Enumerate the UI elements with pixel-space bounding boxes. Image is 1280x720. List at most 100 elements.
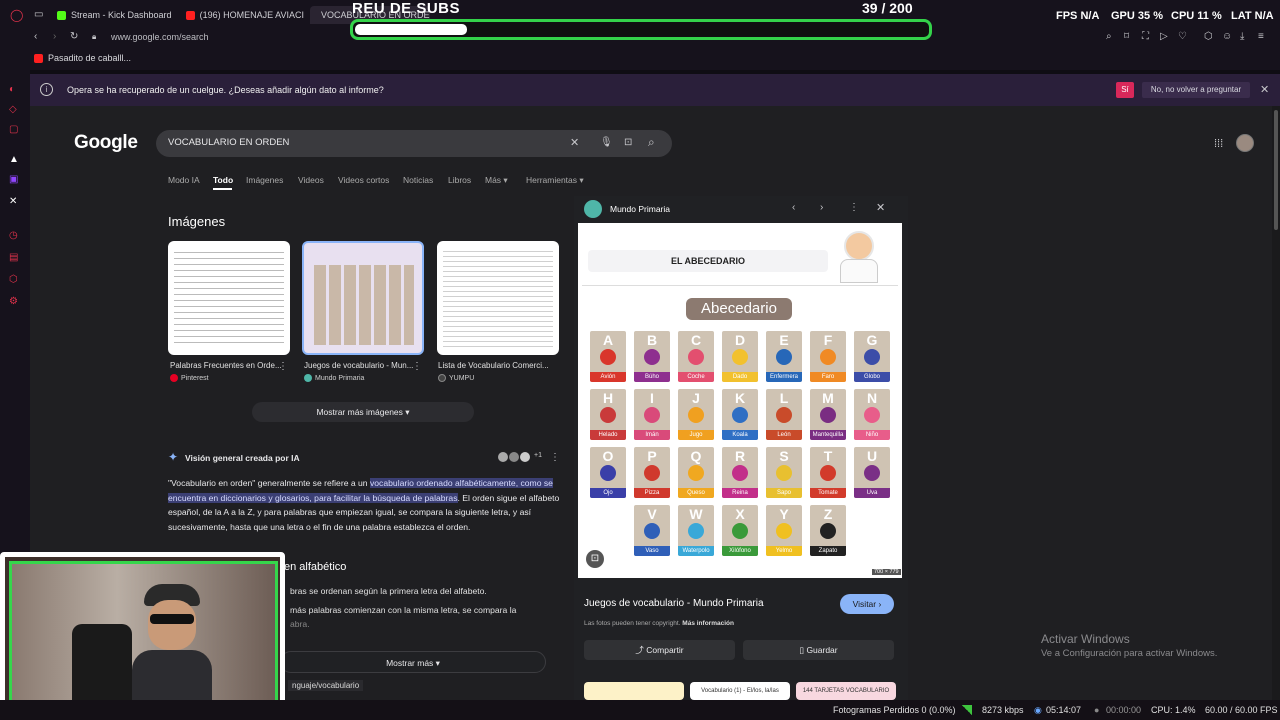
image-caption[interactable]: Lista de Vocabulario Comerci... xyxy=(438,361,558,370)
active-tab-indicator xyxy=(213,188,232,190)
ai-subheading: en alfabético xyxy=(284,561,347,573)
image-result[interactable] xyxy=(168,241,290,355)
close-icon[interactable]: ✕ xyxy=(876,202,885,214)
related-image[interactable]: 144 TARJETAS VOCABULARIO xyxy=(796,682,896,700)
sub-goal-count: 39 / 200 xyxy=(862,0,913,16)
aria-icon[interactable]: ◐ xyxy=(9,84,15,96)
zoom-icon[interactable]: ⌕ xyxy=(1106,31,1112,43)
letter-word: Waterpolo xyxy=(678,546,714,556)
settings-icon[interactable]: ⚙ xyxy=(9,296,18,308)
more-options-icon[interactable]: ⋮ xyxy=(278,361,288,373)
letter-card: Y Yelmo xyxy=(766,505,802,556)
more-options-icon[interactable]: ⋮ xyxy=(550,452,560,464)
mic-icon[interactable]: 🎙︎ xyxy=(600,137,613,149)
panel-title[interactable]: Juegos de vocabulario - Mundo Primaria xyxy=(584,598,764,609)
search-icon[interactable]: ⌕ xyxy=(648,136,655,148)
letter: N xyxy=(866,390,878,406)
next-icon[interactable]: › xyxy=(820,202,823,214)
image-result[interactable] xyxy=(302,241,424,355)
source-link[interactable]: nguaje/vocabulario xyxy=(288,680,364,691)
tab-youtube[interactable]: (196) HOMENAJE AVIACI xyxy=(186,6,304,24)
letter-card: N Niño xyxy=(854,389,890,440)
player-icon[interactable]: ▷ xyxy=(1160,31,1168,43)
bitrate: 8273 kbps xyxy=(982,705,1024,715)
extensions-icon[interactable]: ⬡ xyxy=(1204,31,1213,43)
more-options-icon[interactable]: ⋮ xyxy=(849,202,859,214)
apps-grid-icon[interactable]: ⁞⁞⁞ xyxy=(1214,138,1223,150)
snapshot-icon[interactable]: ⛶ xyxy=(1142,31,1149,43)
tab-videos[interactable]: Videos xyxy=(298,175,324,185)
image-caption[interactable]: Juegos de vocabulario - Mun... xyxy=(304,361,424,370)
tab-herramientas[interactable]: Herramientas ▾ xyxy=(526,175,584,186)
back-icon[interactable]: ‹ xyxy=(34,31,37,43)
twitch-icon[interactable]: ▣ xyxy=(9,174,18,186)
tab-libros[interactable]: Libros xyxy=(448,175,471,185)
tab-modo-ia[interactable]: Modo IA xyxy=(168,175,200,185)
clear-icon[interactable]: ✕ xyxy=(570,137,579,149)
bookmark-icon[interactable]: ⌑ xyxy=(1124,31,1129,43)
never-ask-button[interactable]: No, no volver a preguntar xyxy=(1142,82,1250,98)
tab-kick[interactable]: Stream - Kick Dashboard xyxy=(57,6,177,24)
source-avatars[interactable]: +1 xyxy=(498,452,542,462)
visit-button[interactable]: Visitar › xyxy=(840,594,894,614)
webcam-overlay xyxy=(0,552,285,717)
more-info-link[interactable]: Más información xyxy=(682,620,734,627)
tab-noticias[interactable]: Noticias xyxy=(403,175,433,185)
wallet-icon[interactable]: ♡ xyxy=(1178,31,1187,43)
download-icon[interactable]: ⤓ xyxy=(1240,31,1244,43)
tab-videos-cortos[interactable]: Videos cortos xyxy=(338,175,389,185)
ai-overview-title: Visión general creada por IA xyxy=(185,453,300,463)
show-more-button[interactable]: Mostrar más ▾ xyxy=(280,651,546,673)
profile-icon[interactable]: ☺ xyxy=(1222,31,1232,43)
hud-fps: FPS N/A xyxy=(1056,10,1100,22)
related-image[interactable] xyxy=(584,682,684,700)
yes-button[interactable]: Sí xyxy=(1116,82,1134,98)
pinboard-icon[interactable]: ▤ xyxy=(9,252,18,264)
share-button[interactable]: ⤴ Compartir xyxy=(584,640,735,660)
save-button[interactable]: ▯ Guardar xyxy=(743,640,894,660)
google-logo[interactable]: Google xyxy=(74,132,138,154)
more-options-icon[interactable]: ⋮ xyxy=(412,361,422,373)
panel-source-name[interactable]: Mundo Primaria xyxy=(610,204,670,214)
prev-icon[interactable]: ‹ xyxy=(792,202,795,214)
messenger-icon[interactable]: ◇ xyxy=(9,104,17,116)
image-result[interactable] xyxy=(437,241,559,355)
page-scrollbar[interactable] xyxy=(1272,106,1280,700)
related-image[interactable]: Vocabulario (1) - El/los, la/las xyxy=(690,682,790,700)
url-field[interactable]: www.google.com/search xyxy=(111,32,209,42)
reload-icon[interactable]: ↻ xyxy=(70,31,78,43)
letter-word: Reina xyxy=(722,488,758,498)
forward-icon[interactable]: › xyxy=(53,31,56,43)
avatar[interactable] xyxy=(1236,134,1254,152)
bookmark-icon: ▯ xyxy=(799,645,805,655)
abecedario-image[interactable]: EL ABECEDARIO Abecedario A Avión B Búho C Coc… xyxy=(578,223,902,578)
search-input[interactable]: VOCABULARIO EN ORDEN ✕ 🎙︎ ⊡ ⌕ xyxy=(156,130,672,157)
tab-todo[interactable]: Todo xyxy=(213,175,233,185)
x-twitter-icon[interactable]: ✕ xyxy=(9,196,17,208)
tab-mas[interactable]: Más ▾ xyxy=(485,175,508,186)
scrollbar-thumb[interactable] xyxy=(1274,110,1278,230)
letter: B xyxy=(646,332,658,348)
images-heading: Imágenes xyxy=(168,214,226,229)
image-caption[interactable]: Palabras Frecuentes en Orde... xyxy=(170,361,290,370)
letter-picture xyxy=(644,349,660,365)
lens-search-icon[interactable]: ⊡ xyxy=(586,550,604,568)
close-icon[interactable]: ✕ xyxy=(1260,84,1269,96)
tab-overview-icon[interactable]: ▭ xyxy=(34,9,43,21)
aria-ai-icon[interactable]: ▲ xyxy=(9,154,19,166)
bookmark-item[interactable]: Pasadito de caballl... xyxy=(34,53,131,63)
tab-imagenes[interactable]: Imágenes xyxy=(246,175,283,185)
lens-icon[interactable]: ⊡ xyxy=(624,137,632,149)
opera-logo-icon[interactable]: ◯ xyxy=(10,9,23,21)
history-icon[interactable]: ◷ xyxy=(9,230,18,242)
instagram-icon[interactable]: ▢ xyxy=(9,124,18,136)
menu-icon[interactable]: ≡ xyxy=(1258,31,1264,43)
letter-picture xyxy=(776,465,792,481)
letter: V xyxy=(647,506,657,522)
letter-word: Búho xyxy=(634,372,670,382)
show-more-images-button[interactable]: Mostrar más imágenes ▾ xyxy=(252,402,474,422)
letter: O xyxy=(602,448,614,464)
letter: U xyxy=(866,448,878,464)
letter-card: Z Zapato xyxy=(810,505,846,556)
extensions-icon[interactable]: ⬡ xyxy=(9,274,18,286)
